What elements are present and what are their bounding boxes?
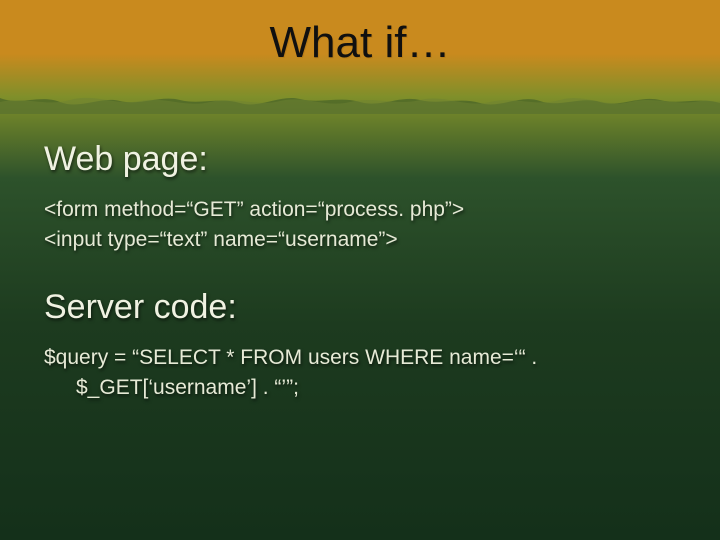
code-line: $_GET[‘username’] . “’”;: [44, 375, 680, 401]
code-line: <form method=“GET” action=“process. php”…: [44, 197, 680, 223]
slide-body: Web page: <form method=“GET” action=“pro…: [44, 140, 680, 405]
slide: What if… Web page: <form method=“GET” ac…: [0, 0, 720, 540]
code-line: <input type=“text” name=“username”>: [44, 227, 680, 253]
torn-edge-decoration: [0, 92, 720, 114]
slide-title: What if…: [0, 18, 720, 68]
section-heading-server-code: Server code:: [44, 288, 680, 327]
code-line: $query = “SELECT * FROM users WHERE name…: [44, 345, 680, 371]
section-heading-web-page: Web page:: [44, 140, 680, 179]
